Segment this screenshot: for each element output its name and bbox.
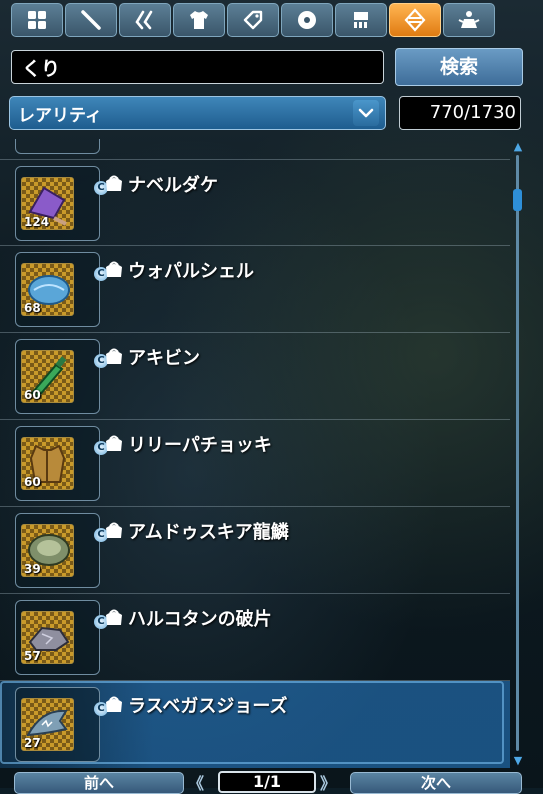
tab-tags[interactable] — [227, 3, 279, 37]
item-quantity: 27 — [24, 736, 41, 750]
item-name: アムドゥスキア龍鱗 — [128, 522, 289, 543]
item-thumbnail: 60 — [21, 437, 74, 490]
item-count: 770/1730 — [399, 96, 521, 130]
grid-icon — [28, 11, 46, 29]
category-tabs — [11, 3, 495, 39]
shirt-icon — [190, 11, 208, 29]
item-thumbnail: 39 — [21, 524, 74, 577]
list-item[interactable]: 68 C ウォパルシェル — [0, 246, 510, 333]
item-name: ハルコタンの破片 — [128, 609, 272, 630]
tab-twin-weapons[interactable] — [119, 3, 171, 37]
tag-icon — [243, 10, 263, 30]
list-scrollbar[interactable]: ▲ ▼ — [512, 141, 524, 767]
item-thumbnail: 27 — [21, 698, 74, 751]
disc-icon — [298, 11, 316, 29]
item-icon-frame: 60 C — [15, 426, 108, 501]
item-quantity: 60 — [24, 475, 41, 489]
tab-weapons[interactable] — [65, 3, 117, 37]
list-item[interactable]: 60 C アキビン — [0, 333, 510, 420]
sword-icon — [81, 10, 101, 30]
list-item-partial — [15, 139, 100, 154]
bag-icon — [106, 348, 122, 364]
prev-page-button[interactable]: 前へ — [14, 772, 184, 794]
tab-all[interactable] — [11, 3, 63, 37]
bag-icon — [106, 175, 122, 191]
double-chevron-right-icon[interactable]: 》 — [320, 770, 336, 794]
item-name: ナベルダケ — [128, 175, 218, 196]
list-item[interactable]: 124 C ナベルダケ — [0, 159, 510, 246]
item-quantity: 68 — [24, 301, 41, 315]
page-indicator: 1/1 — [218, 771, 316, 793]
item-name: リリーパチョッキ — [128, 435, 272, 456]
scroll-thumb[interactable] — [513, 189, 522, 211]
item-icon-frame: 57 C — [15, 600, 108, 675]
list-item-selected[interactable]: 27 C ラスベガスジョーズ — [0, 681, 510, 768]
item-quantity: 39 — [24, 562, 41, 576]
search-input[interactable] — [11, 50, 384, 84]
tab-mag[interactable] — [443, 3, 495, 37]
chevron-down-icon — [353, 100, 379, 126]
bag-icon — [106, 696, 122, 712]
scroll-down-arrow-icon[interactable]: ▼ — [512, 755, 524, 767]
sort-dropdown[interactable]: レアリティ — [9, 96, 386, 130]
bag-icon — [106, 522, 122, 538]
item-name: ラスベガスジョーズ — [128, 696, 288, 717]
tab-room-goods[interactable] — [335, 3, 387, 37]
list-item[interactable]: 60 C リリーパチョッキ — [0, 420, 510, 507]
item-name: アキビン — [128, 348, 200, 369]
tab-costumes[interactable] — [173, 3, 225, 37]
item-icon-frame: 60 C — [15, 339, 108, 414]
item-quantity: 57 — [24, 649, 41, 663]
item-thumbnail: 60 — [21, 350, 74, 403]
exchange-icon — [404, 8, 426, 32]
tab-discs[interactable] — [281, 3, 333, 37]
scroll-up-arrow-icon[interactable]: ▲ — [512, 141, 524, 153]
item-icon-frame: 27 C — [15, 687, 108, 762]
item-icon-frame: 39 C — [15, 513, 108, 588]
item-icon-frame: 124 C — [15, 166, 108, 241]
double-chevron-left-icon[interactable]: 《 — [188, 770, 204, 794]
search-button[interactable]: 検索 — [395, 48, 523, 86]
item-quantity: 60 — [24, 388, 41, 402]
tab-exchange[interactable] — [389, 3, 441, 37]
bag-icon — [106, 609, 122, 625]
bag-icon — [106, 261, 122, 277]
pager: 前へ 《 1/1 》 次へ — [0, 768, 543, 794]
double-claw-icon — [135, 10, 153, 30]
item-icon-frame: 68 C — [15, 252, 108, 327]
item-thumbnail: 68 — [21, 263, 74, 316]
item-thumbnail: 57 — [21, 611, 74, 664]
item-thumbnail: 124 — [21, 177, 74, 230]
item-list: 124 C ナベルダケ 68 C ウォパルシェル 60 C アキビン 60 C … — [0, 139, 510, 769]
list-item[interactable]: 39 C アムドゥスキア龍鱗 — [0, 507, 510, 594]
sort-dropdown-label: レアリティ — [18, 105, 102, 126]
next-page-button[interactable]: 次へ — [350, 772, 522, 794]
item-name: ウォパルシェル — [128, 261, 254, 282]
mag-icon — [458, 11, 480, 28]
room-icon — [354, 12, 368, 28]
scroll-track[interactable] — [516, 155, 519, 751]
bag-icon — [106, 435, 122, 451]
item-quantity: 124 — [24, 215, 50, 229]
list-item[interactable]: 57 C ハルコタンの破片 — [0, 594, 510, 681]
